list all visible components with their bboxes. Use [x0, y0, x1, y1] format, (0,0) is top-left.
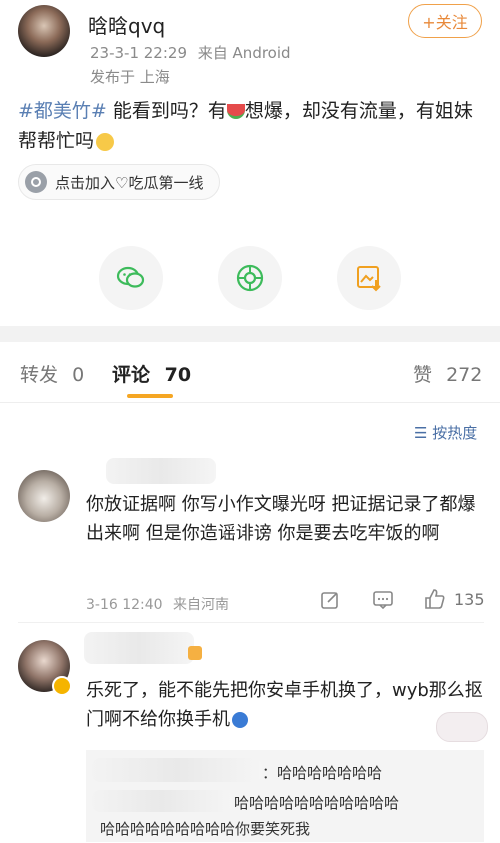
section-divider: [0, 326, 500, 342]
tab-like[interactable]: 赞 272: [413, 360, 482, 387]
tab-comment-label: 评论: [112, 364, 151, 386]
reply-comment-button[interactable]: [372, 590, 394, 614]
laughing-emoji-icon: [232, 712, 248, 728]
comment-meta: 3-16 12:40 来自河南: [86, 594, 229, 614]
share-moments-button[interactable]: [218, 246, 282, 310]
post-datetime: 23-3-1 22:29: [90, 44, 187, 62]
comment-source: 来自河南: [173, 597, 230, 613]
wechat-icon: [116, 266, 145, 288]
comment-separator: [18, 622, 484, 623]
tabs-divider: [0, 402, 500, 403]
comment-time: 3-16 12:40: [86, 597, 163, 613]
comment-text: 乐死了，能不能先把你安卓手机换了，wyb那么抠门啊不给你换手机: [86, 676, 486, 734]
tab-like-label: 赞: [413, 364, 433, 386]
sort-icon: ☰: [414, 424, 428, 442]
moments-icon: [236, 264, 264, 292]
sort-label: 按热度: [432, 424, 478, 442]
verified-badge-icon: [52, 676, 72, 696]
reply-line-1: ：哈哈哈哈哈哈哈: [262, 764, 383, 782]
repost-comment-button[interactable]: [320, 590, 340, 614]
tab-comment-count: 70: [164, 364, 192, 386]
post-meta: 23-3-1 22:29 来自 Android: [90, 42, 291, 63]
post-source: 来自 Android: [197, 44, 291, 62]
topic-chip-label: 点击加入♡吃瓜第一线: [55, 173, 204, 192]
cat-sticker-icon: [436, 712, 488, 742]
reply-username-redacted: [92, 758, 262, 782]
share-wechat-button[interactable]: [99, 246, 163, 310]
like-comment-button[interactable]: 135: [424, 588, 485, 610]
post-text-part1: 能看到吗？有: [106, 100, 227, 122]
repost-icon: [321, 592, 338, 609]
thumbs-up-icon: [425, 589, 445, 609]
like-count: 135: [454, 589, 485, 609]
author-name[interactable]: 晗晗qvq: [88, 10, 165, 39]
comment-text-content: 乐死了，能不能先把你安卓手机换了，wyb那么抠门啊不给你换手机: [86, 680, 483, 730]
tab-repost-label: 转发: [20, 364, 59, 386]
reply-username-redacted: [92, 790, 232, 812]
sort-toggle[interactable]: ☰ 按热度: [414, 422, 477, 443]
user-badge-icon: [188, 646, 202, 660]
tab-repost-count: 0: [72, 364, 85, 386]
watermelon-emoji-icon: [226, 104, 245, 119]
comment-username-redacted: [106, 458, 216, 484]
tab-like-count: 272: [446, 364, 483, 386]
author-avatar[interactable]: [18, 5, 70, 57]
topic-icon: [25, 171, 47, 193]
reply-line-3: 哈哈哈哈哈哈哈哈哈你要笑死我: [100, 820, 311, 838]
comment-username-redacted: [84, 632, 194, 664]
hashtag-link[interactable]: #都美竹#: [18, 100, 107, 122]
commenter-avatar[interactable]: [18, 470, 70, 522]
reply-line-2: 哈哈哈哈哈哈哈哈哈哈哈: [234, 794, 400, 812]
pleading-emoji-icon: [96, 132, 115, 151]
comment-text: 你放证据啊 你写小作文曝光呀 把证据记录了都爆出来啊 但是你造谣诽谤 你是要去吃…: [86, 494, 476, 544]
save-image-button[interactable]: [337, 246, 401, 310]
tab-comment[interactable]: 评论 70: [112, 360, 191, 387]
follow-button[interactable]: +关注: [408, 4, 482, 38]
topic-chip[interactable]: 点击加入♡吃瓜第一线: [18, 164, 221, 200]
post-text: #都美竹# 能看到吗？有 想爆，却没有流量，有姐妹帮帮忙吗: [18, 96, 486, 156]
tab-repost[interactable]: 转发 0: [20, 360, 84, 387]
active-tab-indicator: [127, 394, 173, 398]
post-location: 发布于 上海: [90, 68, 170, 86]
save-image-icon: [357, 266, 381, 292]
comment-icon: [373, 591, 393, 610]
